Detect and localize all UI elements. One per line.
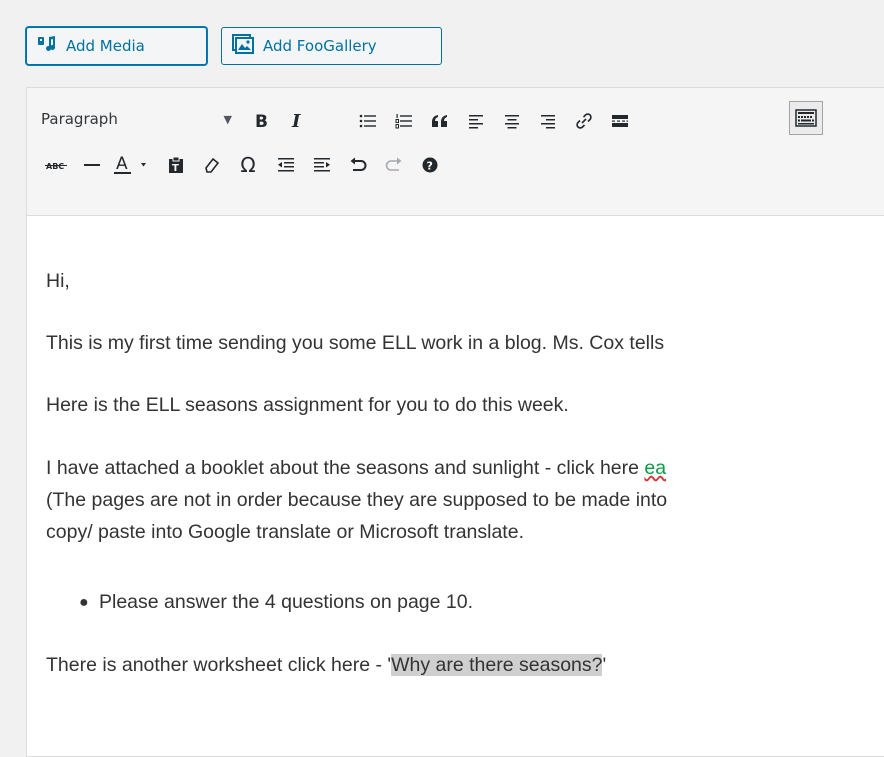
decrease-indent-button[interactable] bbox=[271, 150, 301, 180]
increase-indent-button[interactable] bbox=[307, 150, 337, 180]
paragraph-booklet-line-2: (The pages are not in order because they… bbox=[46, 489, 668, 511]
bold-button[interactable]: B bbox=[246, 106, 276, 136]
read-more-button[interactable] bbox=[605, 106, 635, 136]
svg-text:B: B bbox=[255, 112, 268, 130]
clear-formatting-icon bbox=[205, 157, 220, 173]
paragraph-booklet-line-3: copy/ paste into Google translate or Mic… bbox=[46, 521, 524, 543]
text-color-button[interactable]: A bbox=[113, 150, 153, 180]
redo-icon bbox=[385, 157, 402, 171]
bulleted-list-icon bbox=[359, 114, 376, 128]
format-select[interactable]: Paragraph ▼ bbox=[41, 105, 236, 133]
omega-icon: Ω bbox=[240, 153, 256, 177]
insert-link-button[interactable] bbox=[569, 106, 599, 136]
paste-as-text-icon: T bbox=[169, 156, 183, 174]
align-left-icon bbox=[469, 115, 483, 129]
editor-toolbar: Paragraph ▼ B I ABC A T Ω ? bbox=[27, 88, 884, 216]
paragraph-text: I have attached a booklet about the seas… bbox=[46, 457, 639, 479]
bulleted-list-button[interactable] bbox=[353, 106, 383, 136]
svg-text:ABC: ABC bbox=[46, 162, 64, 171]
editor-content[interactable]: Hi, This is my first time sending you so… bbox=[27, 216, 884, 756]
help-icon: ? bbox=[422, 157, 438, 173]
decrease-indent-icon bbox=[278, 158, 294, 172]
read-more-icon bbox=[612, 115, 628, 127]
align-center-icon bbox=[505, 115, 519, 129]
special-character-button[interactable]: Ω bbox=[233, 150, 263, 180]
bullet-icon: ● bbox=[79, 594, 89, 611]
editor: Paragraph ▼ B I ABC A T Ω ? Hi, This is … bbox=[26, 87, 884, 757]
svg-text:A: A bbox=[116, 154, 128, 174]
toolbar-toggle-button[interactable] bbox=[789, 101, 823, 135]
italic-button[interactable]: I bbox=[283, 106, 313, 136]
numbered-list-button[interactable] bbox=[389, 106, 419, 136]
format-select-value: Paragraph bbox=[41, 110, 118, 128]
list-item: Please answer the 4 questions on page 10… bbox=[99, 591, 474, 613]
add-media-label: Add Media bbox=[66, 37, 145, 55]
keyboard-shortcuts-button[interactable]: ? bbox=[415, 150, 445, 180]
align-right-icon bbox=[541, 115, 555, 129]
paragraph-greeting: Hi, bbox=[46, 270, 70, 292]
insert-link-icon bbox=[576, 113, 592, 129]
paste-as-text-button[interactable]: T bbox=[161, 150, 191, 180]
add-media-icon bbox=[37, 35, 57, 57]
undo-button[interactable] bbox=[343, 150, 373, 180]
gallery-icon bbox=[232, 34, 254, 58]
highlighted-worksheet-title[interactable]: Why are there seasons? bbox=[391, 654, 603, 676]
increase-indent-icon bbox=[314, 158, 330, 172]
paragraph-text: ' bbox=[602, 654, 607, 676]
align-left-button[interactable] bbox=[461, 106, 491, 136]
align-center-button[interactable] bbox=[497, 106, 527, 136]
svg-text:?: ? bbox=[427, 160, 433, 173]
blockquote-button[interactable] bbox=[425, 106, 455, 136]
svg-text:I: I bbox=[291, 112, 301, 130]
undo-icon bbox=[350, 157, 367, 171]
paragraph-booklet-line-1: I have attached a booklet about the seas… bbox=[46, 457, 666, 480]
numbered-list-icon bbox=[395, 114, 412, 129]
add-media-button[interactable]: Add Media bbox=[26, 27, 207, 65]
paragraph-assignment: Here is the ELL seasons assignment for y… bbox=[46, 394, 569, 416]
add-foogallery-button[interactable]: Add FooGallery bbox=[221, 27, 442, 65]
text-color-icon: A bbox=[114, 154, 146, 174]
add-foogallery-label: Add FooGallery bbox=[263, 37, 377, 55]
booklet-link[interactable]: ea bbox=[644, 457, 666, 479]
media-buttons-bar: Add Media Add FooGallery bbox=[0, 0, 884, 88]
bold-icon: B bbox=[255, 112, 268, 130]
clear-formatting-button[interactable] bbox=[197, 150, 227, 180]
redo-button[interactable] bbox=[379, 150, 409, 180]
strikethrough-icon: ABC bbox=[45, 162, 67, 171]
paragraph-worksheet: There is another worksheet click here - … bbox=[46, 654, 606, 677]
svg-text:T: T bbox=[172, 163, 179, 174]
paragraph-intro: This is my first time sending you some E… bbox=[46, 332, 665, 354]
strikethrough-button[interactable]: ABC bbox=[41, 150, 71, 180]
toolbar-toggle-icon bbox=[795, 109, 817, 127]
chevron-down-icon: ▼ bbox=[223, 112, 232, 126]
blockquote-icon bbox=[432, 115, 447, 127]
horizontal-line-button[interactable] bbox=[77, 150, 107, 180]
italic-icon: I bbox=[291, 112, 301, 130]
paragraph-text: There is another worksheet click here - … bbox=[46, 654, 392, 676]
align-right-button[interactable] bbox=[533, 106, 563, 136]
horizontal-line-icon bbox=[84, 164, 100, 166]
